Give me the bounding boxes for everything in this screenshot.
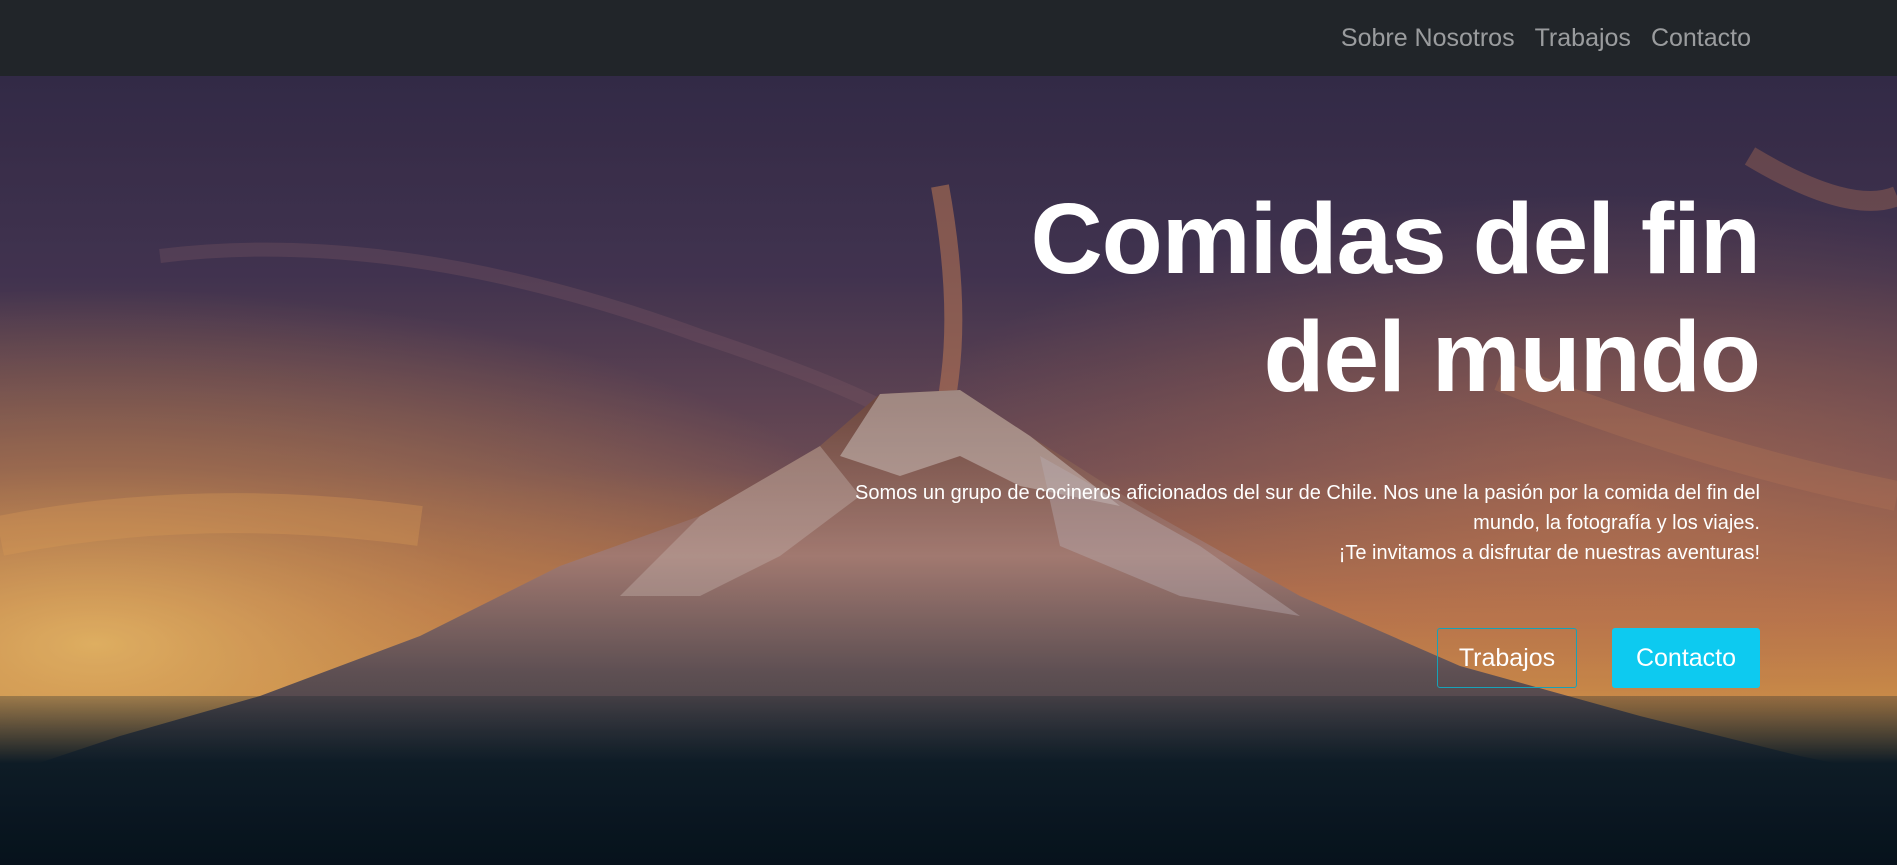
hero-description-line-2: mundo, la fotografía y los viajes. bbox=[1473, 512, 1760, 534]
hero-description-line-3: ¡Te invitamos a disfrutar de nuestras av… bbox=[1338, 542, 1760, 564]
nav-link-trabajos[interactable]: Trabajos bbox=[1535, 24, 1631, 53]
nav-link-contacto[interactable]: Contacto bbox=[1651, 24, 1751, 53]
hero-title-line-2: del mundo bbox=[1263, 301, 1761, 413]
hero-title-line-1: Comidas del fin bbox=[1030, 183, 1761, 295]
hero-section: Comidas del fin del mundo Somos un grupo… bbox=[0, 76, 1897, 865]
trabajos-button[interactable]: Trabajos bbox=[1437, 628, 1577, 688]
hero-title: Comidas del fin del mundo bbox=[1030, 180, 1761, 416]
hero-description-line-1: Somos un grupo de cocineros aficionados … bbox=[855, 482, 1760, 504]
nav-link-sobre-nosotros[interactable]: Sobre Nosotros bbox=[1341, 24, 1515, 53]
navbar: Sobre Nosotros Trabajos Contacto bbox=[0, 0, 1897, 76]
contacto-button[interactable]: Contacto bbox=[1612, 628, 1760, 688]
hero-description: Somos un grupo de cocineros aficionados … bbox=[800, 478, 1760, 568]
nav-links: Sobre Nosotros Trabajos Contacto bbox=[1341, 0, 1751, 76]
hero-buttons: Trabajos Contacto bbox=[1437, 628, 1760, 688]
